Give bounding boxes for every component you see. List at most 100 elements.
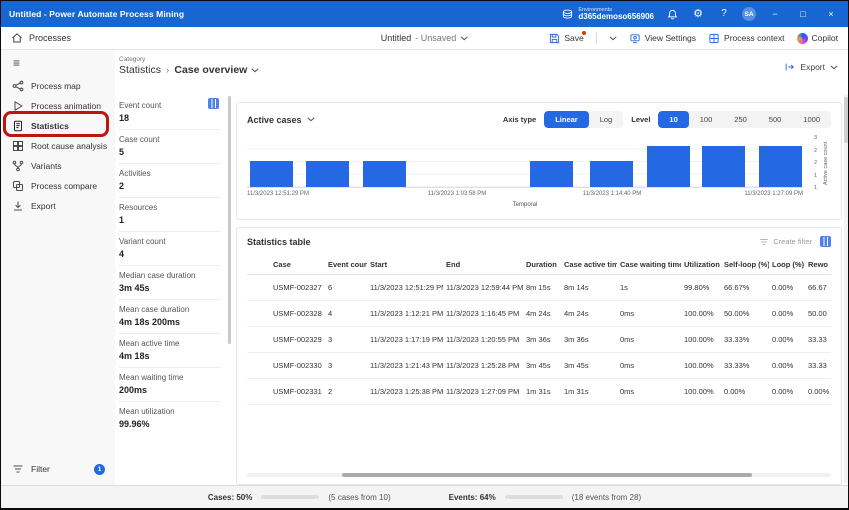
statistics-table-wrap: Case Event count Start End Duration Case acti… [247, 255, 831, 405]
maximize-button[interactable]: □ [794, 6, 812, 22]
table-column-header[interactable]: Duration [523, 255, 561, 275]
filter-count-badge: 1 [94, 463, 105, 475]
save-split-chevron-button[interactable] [609, 36, 617, 41]
table-cell: 100.00% [681, 300, 721, 327]
save-button[interactable]: Save [549, 30, 586, 44]
notifications-button[interactable] [664, 6, 680, 22]
table-column-header[interactable]: Case active time [561, 255, 617, 275]
metric: Mean active time 4m 18s [119, 334, 221, 368]
level-option-1000[interactable]: 1000 [792, 111, 831, 128]
hamburger-menu-button[interactable]: ≡ [1, 50, 115, 72]
chart-bar[interactable] [306, 161, 349, 187]
y-axis-tick: 2 [813, 147, 817, 154]
table-cell: 3m 36s [561, 326, 617, 353]
document-title-menu[interactable]: Untitled - Unsaved [381, 33, 469, 43]
table-cell: USMF-002327 [247, 274, 325, 301]
axis-type-option-log[interactable]: Log [589, 111, 624, 128]
sidebar-item-process-animation[interactable]: Process animation [1, 96, 115, 116]
table-column-header[interactable]: Case [247, 255, 325, 275]
settings-button[interactable]: ⚙ [690, 6, 706, 22]
cases-detail: (5 cases from 10) [328, 492, 391, 502]
active-cases-title-label: Active cases [247, 114, 302, 125]
table-column-header[interactable]: Event count [325, 255, 367, 275]
export-button[interactable]: Export [784, 62, 838, 72]
level-option-250[interactable]: 250 [723, 111, 758, 128]
level-option-500[interactable]: 500 [758, 111, 793, 128]
metric-value: 5 [119, 147, 125, 157]
level-option-10[interactable]: 10 [658, 111, 689, 128]
table-cell: 1s [617, 274, 681, 301]
table-column-header[interactable]: End [443, 255, 523, 275]
breadcrumb-case-overview[interactable]: Case overview [174, 64, 259, 76]
table-cell: 99.80% [681, 274, 721, 301]
table-column-header[interactable]: Utilization [681, 255, 721, 275]
table-row[interactable]: USMF-002328 4 11/3/2023 1:12:21 PM 11/3/202… [247, 300, 831, 327]
metric: Event count 18 [119, 96, 221, 130]
table-column-header[interactable]: Loop (%) [769, 255, 805, 275]
view-settings-icon [630, 33, 640, 43]
table-cell: 11/3/2023 1:25:28 PM [443, 352, 523, 379]
view-settings-button[interactable]: View Settings [629, 33, 696, 44]
page-header: Category Statistics › Case overview Expo… [115, 50, 848, 92]
chart-bar[interactable] [647, 146, 690, 187]
metric-value: 200ms [119, 385, 148, 395]
variants-icon [12, 160, 24, 172]
table-column-header[interactable]: Rewo [805, 255, 831, 275]
bell-icon [667, 9, 677, 19]
table-cell: 3 [325, 352, 367, 379]
columns-icon[interactable] [820, 236, 831, 247]
metric-value: 99.96% [119, 419, 150, 429]
level-option-100[interactable]: 100 [689, 111, 724, 128]
status-bar: Cases: 50% (5 cases from 10) Events: 64%… [1, 485, 848, 508]
statistics-table-title: Statistics table [247, 236, 311, 247]
sidebar-item-root-cause-analysis[interactable]: Root cause analysis [1, 136, 115, 156]
sidebar-item-process-map[interactable]: Process map [1, 76, 115, 96]
sidebar-item-variants[interactable]: Variants [1, 156, 115, 176]
view-settings-label: View Settings [644, 33, 697, 43]
axis-type-option-linear[interactable]: Linear [544, 111, 589, 128]
table-row[interactable]: USMF-002329 3 11/3/2023 1:17:19 PM 11/3/202… [247, 326, 831, 353]
sidebar-item-export[interactable]: Export [1, 196, 115, 216]
table-column-header[interactable]: Self-loop (%) [721, 255, 769, 275]
scrollbar-thumb[interactable] [342, 473, 752, 477]
events-percentage-label: Events: 64% [448, 492, 496, 502]
processes-label: Processes [29, 33, 72, 43]
metric: Case count 5 [119, 130, 221, 164]
table-column-header[interactable]: Start [367, 255, 443, 275]
sidebar-item-process-compare[interactable]: Process compare [1, 176, 115, 196]
document-title: Untitled [380, 33, 412, 43]
active-cases-title[interactable]: Active cases [247, 115, 315, 125]
table-cell: 0.00% [769, 352, 805, 379]
create-filter-button[interactable]: Create filter [759, 237, 812, 247]
columns-icon[interactable] [208, 98, 219, 109]
sidebar-item-statistics[interactable]: Statistics [1, 116, 115, 136]
chart-bar[interactable] [590, 161, 633, 187]
filter-button[interactable]: Filter 1 [1, 459, 115, 479]
copilot-button[interactable]: Copilot [796, 32, 838, 44]
chart-bar[interactable] [530, 161, 573, 187]
process-context-button[interactable]: Process context [708, 33, 785, 44]
environment-picker[interactable]: Environments d365demoso656906 [562, 7, 654, 22]
metrics-scrollbar[interactable] [228, 96, 231, 344]
help-button[interactable]: ? [716, 6, 732, 22]
chart-bar[interactable] [702, 146, 745, 187]
statistics-table: Case Event count Start End Duration Case acti… [247, 255, 831, 405]
chart-bar[interactable] [363, 161, 406, 187]
table-row[interactable]: USMF-002330 3 11/3/2023 1:21:43 PM 11/3/202… [247, 352, 831, 379]
chart-bar[interactable] [759, 146, 802, 187]
table-cell: 8m 15s [523, 274, 561, 301]
avatar[interactable]: SA [742, 7, 756, 21]
table-row[interactable]: USMF-002331 2 11/3/2023 1:25:38 PM 11/3/202… [247, 378, 831, 405]
processes-nav-button[interactable]: Processes [11, 32, 71, 44]
scrollbar-thumb[interactable] [844, 97, 848, 143]
table-cell: 4m 24s [561, 300, 617, 327]
minimize-button[interactable]: − [766, 6, 784, 22]
chart-bar[interactable] [250, 161, 293, 187]
table-column-header[interactable]: Case waiting time [617, 255, 681, 275]
breadcrumb-statistics[interactable]: Statistics [119, 64, 161, 76]
close-button[interactable]: × [822, 6, 840, 22]
sidebar-nav-list: Process map Process animation Statistics… [1, 76, 115, 216]
table-row[interactable]: USMF-002327 6 11/3/2023 12:51:29 PM 11/3/20… [247, 274, 831, 301]
table-cell: USMF-002329 [247, 326, 325, 353]
metric-label: Activities [119, 169, 151, 178]
